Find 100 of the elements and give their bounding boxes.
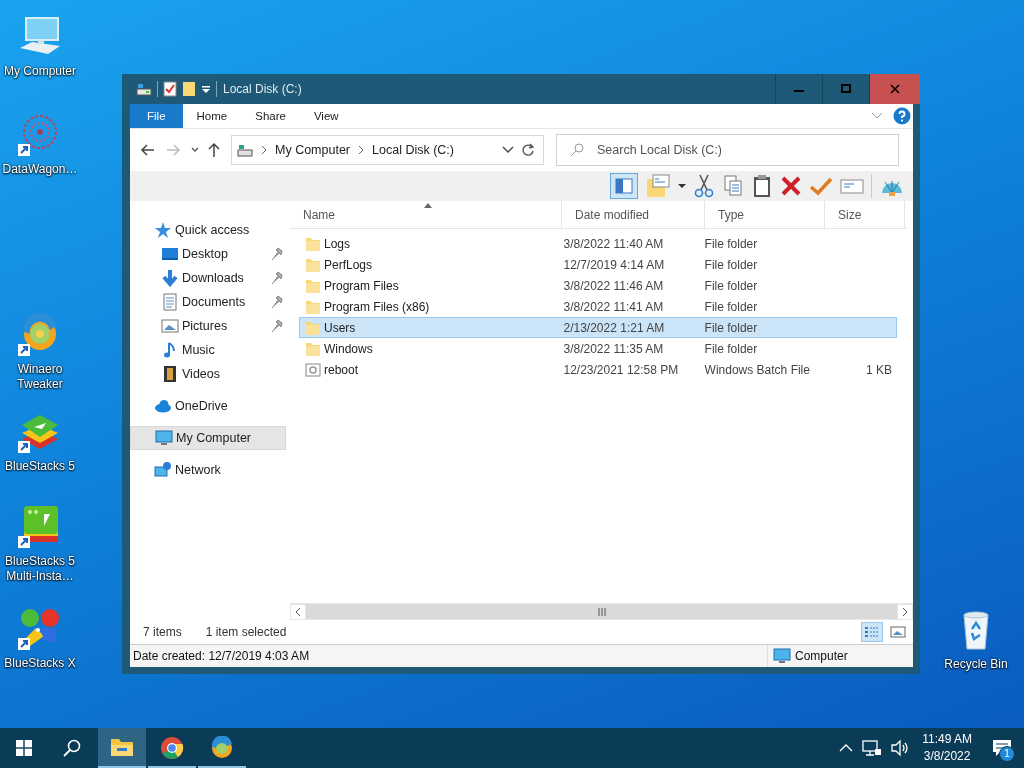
file-row[interactable]: Users 2/13/2022 1:21 AM File folder xyxy=(299,317,897,338)
column-header[interactable]: Size xyxy=(825,201,905,228)
horizontal-scrollbar[interactable] xyxy=(290,603,913,620)
down-arrow-icon xyxy=(161,269,179,287)
file-name: PerfLogs xyxy=(324,257,373,272)
folder-icon[interactable] xyxy=(182,81,196,97)
notification-button[interactable]: 1 xyxy=(980,728,1024,768)
file-row[interactable]: Program Files 3/8/2022 11:46 AM File folder xyxy=(299,275,897,296)
nav-item[interactable]: Desktop xyxy=(130,242,286,266)
breadcrumb-item[interactable]: My Computer xyxy=(275,143,351,157)
monitor-icon xyxy=(773,648,791,664)
date-cell: 3/8/2022 11:46 AM xyxy=(563,278,664,293)
picture-icon xyxy=(161,317,179,335)
up-arrow-icon[interactable] xyxy=(206,142,222,158)
nav-item[interactable]: Pictures xyxy=(130,314,286,338)
desktop-icon-label[interactable]: Winaero Tweaker xyxy=(0,362,80,392)
file-menu-button[interactable]: File xyxy=(130,104,183,128)
browser-icon xyxy=(160,736,184,760)
clock[interactable]: 11:49 AM 3/8/2022 xyxy=(914,731,980,765)
details-view-icon xyxy=(864,625,880,639)
file-row[interactable]: Program Files (x86) 3/8/2022 11:41 AM File folder xyxy=(299,296,897,317)
gear-file-icon xyxy=(305,361,321,378)
notification-badge: 1 xyxy=(999,746,1015,762)
windows-logo-icon xyxy=(16,740,32,756)
file-row[interactable]: Logs 3/8/2022 11:40 AM File folder xyxy=(299,233,897,254)
cloud-icon xyxy=(154,397,172,415)
details-view-button[interactable] xyxy=(861,622,883,642)
search-icon xyxy=(63,739,81,757)
desktop-icon-label[interactable]: Recycle Bin xyxy=(936,657,1016,672)
preview-pane-icon[interactable] xyxy=(610,173,638,199)
refresh-icon[interactable] xyxy=(521,143,535,157)
location-text: Computer xyxy=(795,649,848,663)
folder-icon xyxy=(305,298,321,315)
chevron-right-icon xyxy=(260,145,268,155)
desktop-icon-label[interactable]: BlueStacks X xyxy=(0,656,80,671)
column-header[interactable]: Date modified xyxy=(562,201,705,228)
folder-icon xyxy=(305,235,321,252)
taskbar-app-button[interactable] xyxy=(98,728,146,768)
nav-item[interactable]: Documents xyxy=(130,290,286,314)
ribbon-tab[interactable]: Home xyxy=(182,104,242,128)
file-name: reboot xyxy=(324,362,359,377)
network-icon xyxy=(154,461,172,479)
ribbon-tab[interactable]: Share xyxy=(241,104,300,128)
nav-item[interactable]: Network xyxy=(130,458,286,482)
date-cell: 2/13/2022 1:21 AM xyxy=(563,320,665,335)
search-icon xyxy=(570,143,584,157)
chevron-right-icon xyxy=(357,145,366,155)
desktop-icon-label[interactable]: BlueStacks 5 xyxy=(0,459,80,474)
type-cell: File folder xyxy=(704,299,758,314)
desktop-icon xyxy=(161,245,179,263)
clipboard-icon[interactable] xyxy=(751,173,773,199)
nav-item[interactable]: Downloads xyxy=(130,266,286,290)
type-cell: File folder xyxy=(704,320,758,335)
date-cell: 12/7/2019 4:14 AM xyxy=(563,257,665,272)
document-icon xyxy=(161,293,179,311)
file-name: Logs xyxy=(324,236,351,251)
file-name: Program Files xyxy=(324,278,399,293)
breadcrumb-item[interactable]: Local Disk (C:) xyxy=(372,143,454,157)
date-cell: 12/23/2021 12:58 PM xyxy=(563,362,679,377)
nav-item[interactable]: Music xyxy=(130,338,286,362)
nav-item[interactable]: OneDrive xyxy=(130,394,286,418)
back-arrow-icon[interactable] xyxy=(140,142,156,158)
network-icon[interactable] xyxy=(862,739,883,757)
nav-item[interactable]: Videos xyxy=(130,362,286,386)
search-field[interactable]: Search Local Disk (C:) xyxy=(556,134,899,166)
type-cell: Windows Batch File xyxy=(704,362,810,377)
nav-item[interactable]: Quick access xyxy=(130,218,286,242)
drive-icon xyxy=(237,143,253,157)
file-row[interactable]: Windows 3/8/2022 11:35 AM File folder xyxy=(299,338,897,359)
swirl-icon xyxy=(210,736,234,760)
folder-icon xyxy=(305,340,321,357)
date-created-text: Date created: 12/7/2019 4:03 AM xyxy=(133,649,310,663)
desktop-icon-label[interactable]: BlueStacks 5 Multi-Insta… xyxy=(0,554,80,584)
column-header[interactable]: Type xyxy=(705,201,825,228)
drive-icon[interactable] xyxy=(136,81,152,97)
ribbon-tab[interactable]: View xyxy=(299,104,353,128)
file-row[interactable]: reboot 12/23/2021 12:58 PM Windows Batch File 1 KB xyxy=(299,359,897,380)
grip-icon xyxy=(597,607,606,616)
item-count: 7 items xyxy=(143,625,182,639)
scissors-icon[interactable] xyxy=(693,173,715,199)
type-cell: File folder xyxy=(704,278,758,293)
checklist-icon[interactable] xyxy=(163,81,177,97)
file-name: Users xyxy=(324,320,356,335)
chevron-down-icon[interactable] xyxy=(502,146,514,154)
close-button[interactable] xyxy=(869,74,920,104)
pin-icon xyxy=(271,295,283,309)
pin-icon xyxy=(271,247,283,261)
selection-count: 1 item selected xyxy=(205,625,287,639)
folder-icon xyxy=(305,277,321,294)
type-cell: File folder xyxy=(704,236,758,251)
speaker-icon[interactable] xyxy=(890,739,911,757)
nav-item[interactable]: My Computer xyxy=(130,426,286,450)
close-icon xyxy=(890,84,900,94)
file-row[interactable]: PerfLogs 12/7/2019 4:14 AM File folder xyxy=(299,254,897,275)
pin-icon xyxy=(271,271,283,285)
address-bar[interactable]: My Computer Local Disk (C:) xyxy=(231,135,544,165)
date-cell: 3/8/2022 11:40 AM xyxy=(563,236,664,251)
file-name: Windows xyxy=(324,341,373,356)
film-icon xyxy=(161,365,179,383)
help-button[interactable] xyxy=(893,107,911,125)
